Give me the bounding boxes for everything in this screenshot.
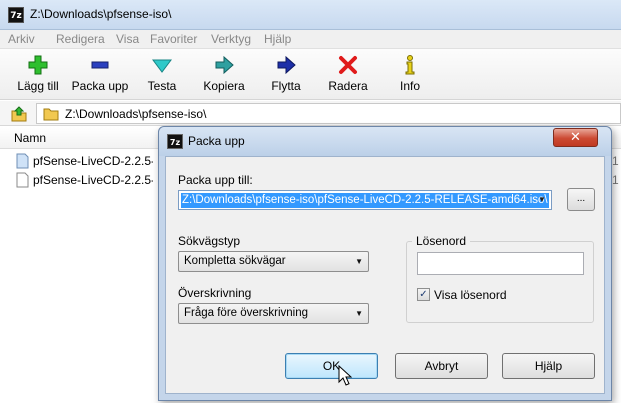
show-password-label[interactable]: Visa lösenord <box>434 288 507 302</box>
chevron-down-icon[interactable]: ▼ <box>535 193 549 207</box>
add-button[interactable]: Lägg till <box>6 52 70 98</box>
test-button[interactable]: Testa <box>130 52 194 98</box>
overwrite-mode-value: Fråga före överskrivning <box>184 307 308 319</box>
path-mode-label: Sökvägstyp <box>178 234 241 248</box>
add-icon <box>28 55 48 75</box>
delete-button[interactable]: Radera <box>316 52 380 98</box>
help-button[interactable]: Hjälp <box>502 353 595 379</box>
test-check-icon <box>152 59 172 73</box>
address-path: Z:\Downloads\pfsense-iso\ <box>65 107 207 121</box>
dialog-body: Packa upp till: Z:\Downloads\pfsense-iso… <box>165 156 605 394</box>
folder-up-icon[interactable] <box>10 105 28 122</box>
dialog-title: Packa upp <box>188 134 245 148</box>
path-mode-select[interactable]: Kompletta sökvägar ▼ <box>178 251 369 272</box>
path-mode-value: Kompletta sökvägar <box>184 255 286 267</box>
delete-label: Radera <box>328 79 368 93</box>
folder-icon <box>43 108 59 121</box>
window-title: Z:\Downloads\pfsense-iso\ <box>30 7 172 21</box>
checkmark-icon: ✓ <box>419 289 428 300</box>
menu-edit[interactable]: Redigera <box>56 32 105 46</box>
info-icon <box>405 55 415 75</box>
extract-button[interactable]: Packa upp <box>68 52 132 98</box>
close-button[interactable]: ✕ <box>553 128 598 147</box>
address-bar: Z:\Downloads\pfsense-iso\ <box>0 101 621 126</box>
copy-arrow-icon <box>215 55 234 75</box>
menu-help[interactable]: Hjälp <box>264 32 291 46</box>
copy-label: Kopiera <box>203 79 245 93</box>
column-name-header[interactable]: Namn <box>14 131 46 145</box>
extract-to-label: Packa upp till: <box>178 173 253 187</box>
menu-view[interactable]: Visa <box>116 32 139 46</box>
chevron-down-icon: ▼ <box>355 309 363 318</box>
address-field[interactable]: Z:\Downloads\pfsense-iso\ <box>36 103 621 124</box>
file-size-fragment: 1 <box>612 173 619 187</box>
dialog-app-icon: 7z <box>167 134 183 149</box>
test-label: Testa <box>147 79 177 93</box>
move-label: Flytta <box>271 79 301 93</box>
ok-button[interactable]: OK <box>285 353 378 379</box>
menu-tools[interactable]: Verktyg <box>211 32 251 46</box>
password-input[interactable] <box>417 252 584 275</box>
delete-x-icon <box>339 56 357 74</box>
chevron-down-icon: ▼ <box>355 257 363 266</box>
move-arrow-icon <box>277 55 296 75</box>
minus-icon <box>91 61 109 69</box>
overwrite-mode-select[interactable]: Fråga före överskrivning ▼ <box>178 303 369 324</box>
menu-bar: Arkiv Redigera Visa Favoriter Verktyg Hj… <box>0 30 621 49</box>
file-name: pfSense-LiveCD-2.2.5-RELEASE-amd64.iso <box>33 154 153 168</box>
extract-path-combobox[interactable]: Z:\Downloads\pfsense-iso\pfSense-LiveCD-… <box>178 190 552 210</box>
browse-button[interactable]: ... <box>567 188 595 211</box>
app-icon: 7z <box>8 7 24 23</box>
file-icon <box>16 153 29 169</box>
extract-dialog: 7z Packa upp ✕ Packa upp till: Z:\Downlo… <box>158 126 612 401</box>
info-label: Info <box>399 79 420 93</box>
toolbar: Lägg till Packa upp Testa Kopiera Flytta… <box>0 49 621 100</box>
mouse-cursor-icon <box>338 365 352 386</box>
info-button[interactable]: Info <box>378 52 442 98</box>
move-button[interactable]: Flytta <box>254 52 318 98</box>
dialog-titlebar[interactable]: 7z Packa upp ✕ <box>159 127 611 156</box>
menu-favorites[interactable]: Favoriter <box>150 32 197 46</box>
cancel-button[interactable]: Avbryt <box>395 353 488 379</box>
close-icon: ✕ <box>570 130 581 145</box>
extract-path-value[interactable]: Z:\Downloads\pfsense-iso\pfSense-LiveCD-… <box>181 193 549 208</box>
overwrite-mode-label: Överskrivning <box>178 286 252 300</box>
extract-label: Packa upp <box>71 79 129 93</box>
menu-file[interactable]: Arkiv <box>8 32 35 46</box>
file-size-fragment: 1 <box>612 154 619 168</box>
file-icon <box>16 172 29 188</box>
copy-button[interactable]: Kopiera <box>192 52 256 98</box>
show-password-checkbox[interactable]: ✓ <box>417 288 430 301</box>
window-titlebar[interactable]: 7z Z:\Downloads\pfsense-iso\ <box>0 0 621 30</box>
file-name: pfSense-LiveCD-2.2.5-RELEASE-amd64.iso.g… <box>33 173 153 187</box>
add-label: Lägg till <box>17 79 59 93</box>
password-label: Lösenord <box>412 234 471 248</box>
